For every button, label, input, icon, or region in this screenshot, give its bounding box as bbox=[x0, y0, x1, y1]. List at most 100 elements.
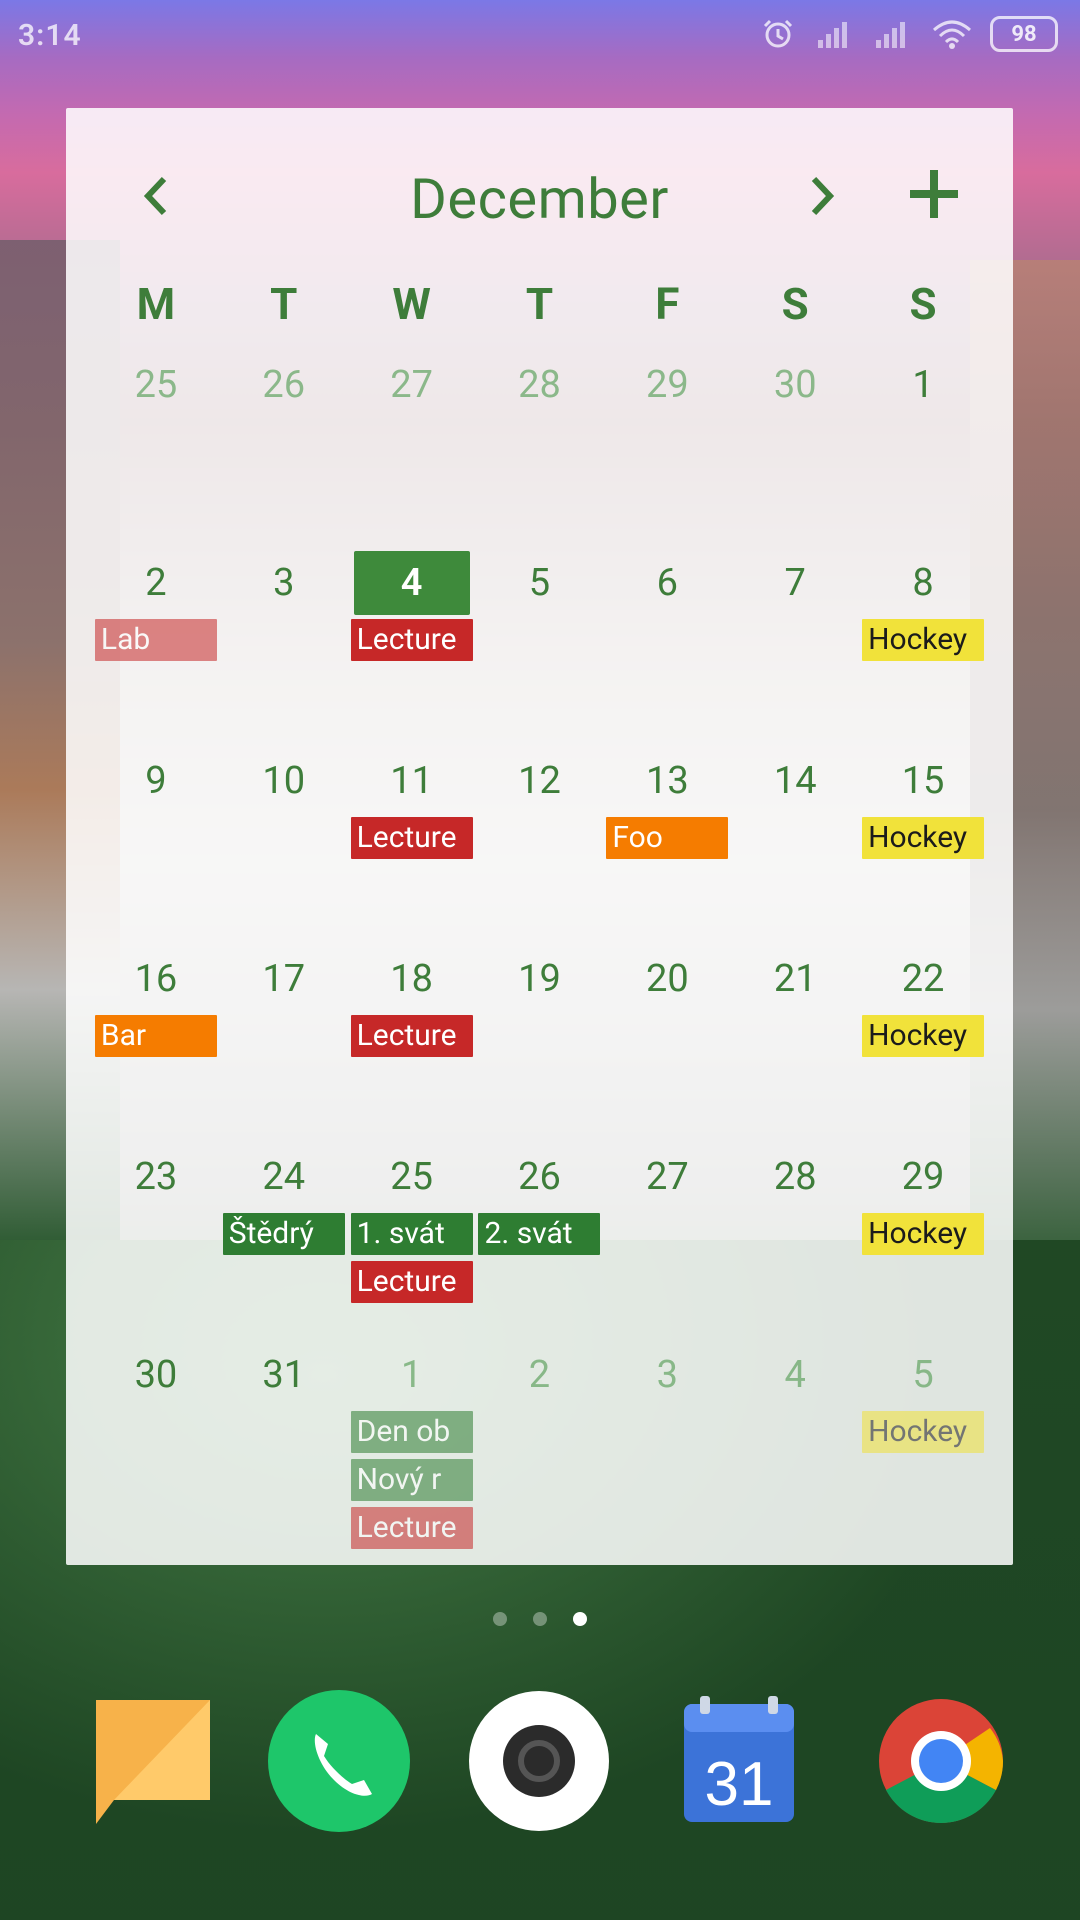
day-cell[interactable]: 3 bbox=[220, 551, 348, 749]
day-cell[interactable]: 4 Lecture bbox=[348, 551, 476, 749]
day-number: 25 bbox=[134, 363, 178, 407]
day-cell[interactable]: 31 bbox=[220, 1343, 348, 1541]
day-number: 4 bbox=[784, 1353, 806, 1397]
chrome-app[interactable] bbox=[870, 1690, 1012, 1832]
day-cell[interactable]: 10 bbox=[220, 749, 348, 947]
day-cell[interactable]: 20 bbox=[603, 947, 731, 1145]
status-icons: 98 bbox=[758, 16, 1058, 52]
page-dot[interactable] bbox=[493, 1612, 507, 1626]
day-cell[interactable]: 27 bbox=[603, 1145, 731, 1343]
app-dock: 31 bbox=[0, 1690, 1080, 1850]
day-cell[interactable]: 23 bbox=[92, 1145, 220, 1343]
event-chip[interactable]: Štědrý bbox=[222, 1213, 345, 1255]
event-chip[interactable]: Lecture bbox=[350, 619, 473, 661]
day-cell[interactable]: 28 bbox=[731, 1145, 859, 1343]
day-number: 28 bbox=[773, 1155, 817, 1199]
day-cell[interactable]: 17 bbox=[220, 947, 348, 1145]
day-cell[interactable]: 15 Hockey bbox=[859, 749, 987, 947]
day-cell[interactable]: 11 Lecture bbox=[348, 749, 476, 947]
day-cell[interactable]: 6 bbox=[603, 551, 731, 749]
event-chip[interactable]: Lecture bbox=[350, 817, 473, 859]
day-cell[interactable]: 7 bbox=[731, 551, 859, 749]
event-chip[interactable]: Nový r bbox=[350, 1459, 473, 1501]
day-cell[interactable]: 1 Den ob Nový r Lecture bbox=[348, 1343, 476, 1549]
day-cell[interactable]: 30 bbox=[731, 353, 859, 551]
event-list: Hockey bbox=[859, 1213, 987, 1255]
phone-app[interactable] bbox=[268, 1690, 410, 1832]
day-number: 29 bbox=[645, 363, 689, 407]
day-cell[interactable]: 21 bbox=[731, 947, 859, 1145]
event-list: 2. svát bbox=[476, 1213, 604, 1255]
day-cell[interactable]: 25 bbox=[92, 353, 220, 551]
day-cell[interactable]: 18 Lecture bbox=[348, 947, 476, 1145]
prev-month-button[interactable] bbox=[126, 166, 186, 226]
day-number: 13 bbox=[645, 759, 689, 803]
weekday-label: W bbox=[392, 278, 431, 330]
widget-header: December bbox=[66, 108, 1013, 258]
status-time: 3:14 bbox=[18, 18, 82, 53]
page-dot-active[interactable] bbox=[573, 1612, 587, 1626]
day-cell[interactable]: 26 2. svát bbox=[476, 1145, 604, 1343]
event-chip[interactable]: Foo bbox=[606, 817, 729, 859]
event-chip[interactable]: Lab bbox=[94, 619, 217, 661]
day-cell[interactable]: 29 Hockey bbox=[859, 1145, 987, 1343]
event-list: Hockey bbox=[859, 1411, 987, 1453]
day-cell[interactable]: 29 bbox=[603, 353, 731, 551]
weekday-label: F bbox=[655, 278, 680, 330]
day-cell[interactable]: 4 bbox=[731, 1343, 859, 1541]
day-number: 8 bbox=[912, 561, 934, 605]
event-list: Štědrý bbox=[220, 1213, 348, 1255]
day-cell[interactable]: 5 Hockey bbox=[859, 1343, 987, 1541]
event-chip[interactable]: Bar bbox=[94, 1015, 217, 1057]
event-chip[interactable]: Den ob bbox=[350, 1411, 473, 1453]
day-cell[interactable]: 16 Bar bbox=[92, 947, 220, 1145]
calendar-app[interactable]: 31 bbox=[668, 1690, 810, 1832]
event-chip[interactable]: Lecture bbox=[350, 1015, 473, 1057]
calendar-app-label: 31 bbox=[705, 1750, 774, 1819]
event-chip[interactable]: 1. svát bbox=[350, 1213, 473, 1255]
day-cell[interactable]: 24 Štědrý bbox=[220, 1145, 348, 1343]
day-cell[interactable]: 28 bbox=[476, 353, 604, 551]
page-dot[interactable] bbox=[533, 1612, 547, 1626]
day-cell[interactable]: 5 bbox=[476, 551, 604, 749]
event-chip[interactable]: Hockey bbox=[862, 1213, 985, 1255]
messages-app[interactable] bbox=[82, 1690, 224, 1832]
day-cell[interactable]: 12 bbox=[476, 749, 604, 947]
day-number: 22 bbox=[901, 957, 945, 1001]
event-chip[interactable]: 2. svát bbox=[478, 1213, 601, 1255]
day-cell[interactable]: 3 bbox=[603, 1343, 731, 1541]
day-cell[interactable]: 26 bbox=[220, 353, 348, 551]
day-cell[interactable]: 22 Hockey bbox=[859, 947, 987, 1145]
signal-icon bbox=[818, 22, 847, 48]
event-list: Bar bbox=[92, 1015, 220, 1057]
day-cell[interactable]: 9 bbox=[92, 749, 220, 947]
camera-app[interactable] bbox=[468, 1690, 610, 1832]
event-chip[interactable]: Lecture bbox=[350, 1507, 473, 1549]
day-cell[interactable]: 14 bbox=[731, 749, 859, 947]
day-cell[interactable]: 25 1. svát Lecture bbox=[348, 1145, 476, 1343]
event-chip[interactable]: Hockey bbox=[862, 817, 985, 859]
event-chip[interactable]: Lecture bbox=[350, 1261, 473, 1303]
next-month-button[interactable] bbox=[792, 166, 852, 226]
day-number: 27 bbox=[390, 363, 433, 407]
add-event-button[interactable] bbox=[904, 164, 964, 224]
day-cell[interactable]: 19 bbox=[476, 947, 604, 1145]
event-chip[interactable]: Hockey bbox=[862, 1411, 985, 1453]
day-cell[interactable]: 30 bbox=[92, 1343, 220, 1541]
day-number: 26 bbox=[518, 1155, 561, 1199]
weekday-label: S bbox=[909, 278, 937, 330]
day-cell[interactable]: 2 bbox=[476, 1343, 604, 1541]
event-chip[interactable]: Hockey bbox=[862, 1015, 985, 1057]
day-number: 17 bbox=[262, 957, 306, 1001]
day-cell[interactable]: 13 Foo bbox=[603, 749, 731, 947]
day-cell[interactable]: 2 Lab bbox=[92, 551, 220, 749]
day-cell[interactable]: 27 bbox=[348, 353, 476, 551]
day-number: 26 bbox=[262, 363, 306, 407]
day-number: 7 bbox=[784, 561, 806, 605]
day-cell[interactable]: 8 Hockey bbox=[859, 551, 987, 749]
weekday-label: M bbox=[136, 278, 176, 330]
weekday-header: MTWTFSS bbox=[92, 278, 987, 348]
day-number: 9 bbox=[145, 759, 167, 803]
day-cell[interactable]: 1 bbox=[859, 353, 987, 551]
event-chip[interactable]: Hockey bbox=[862, 619, 985, 661]
